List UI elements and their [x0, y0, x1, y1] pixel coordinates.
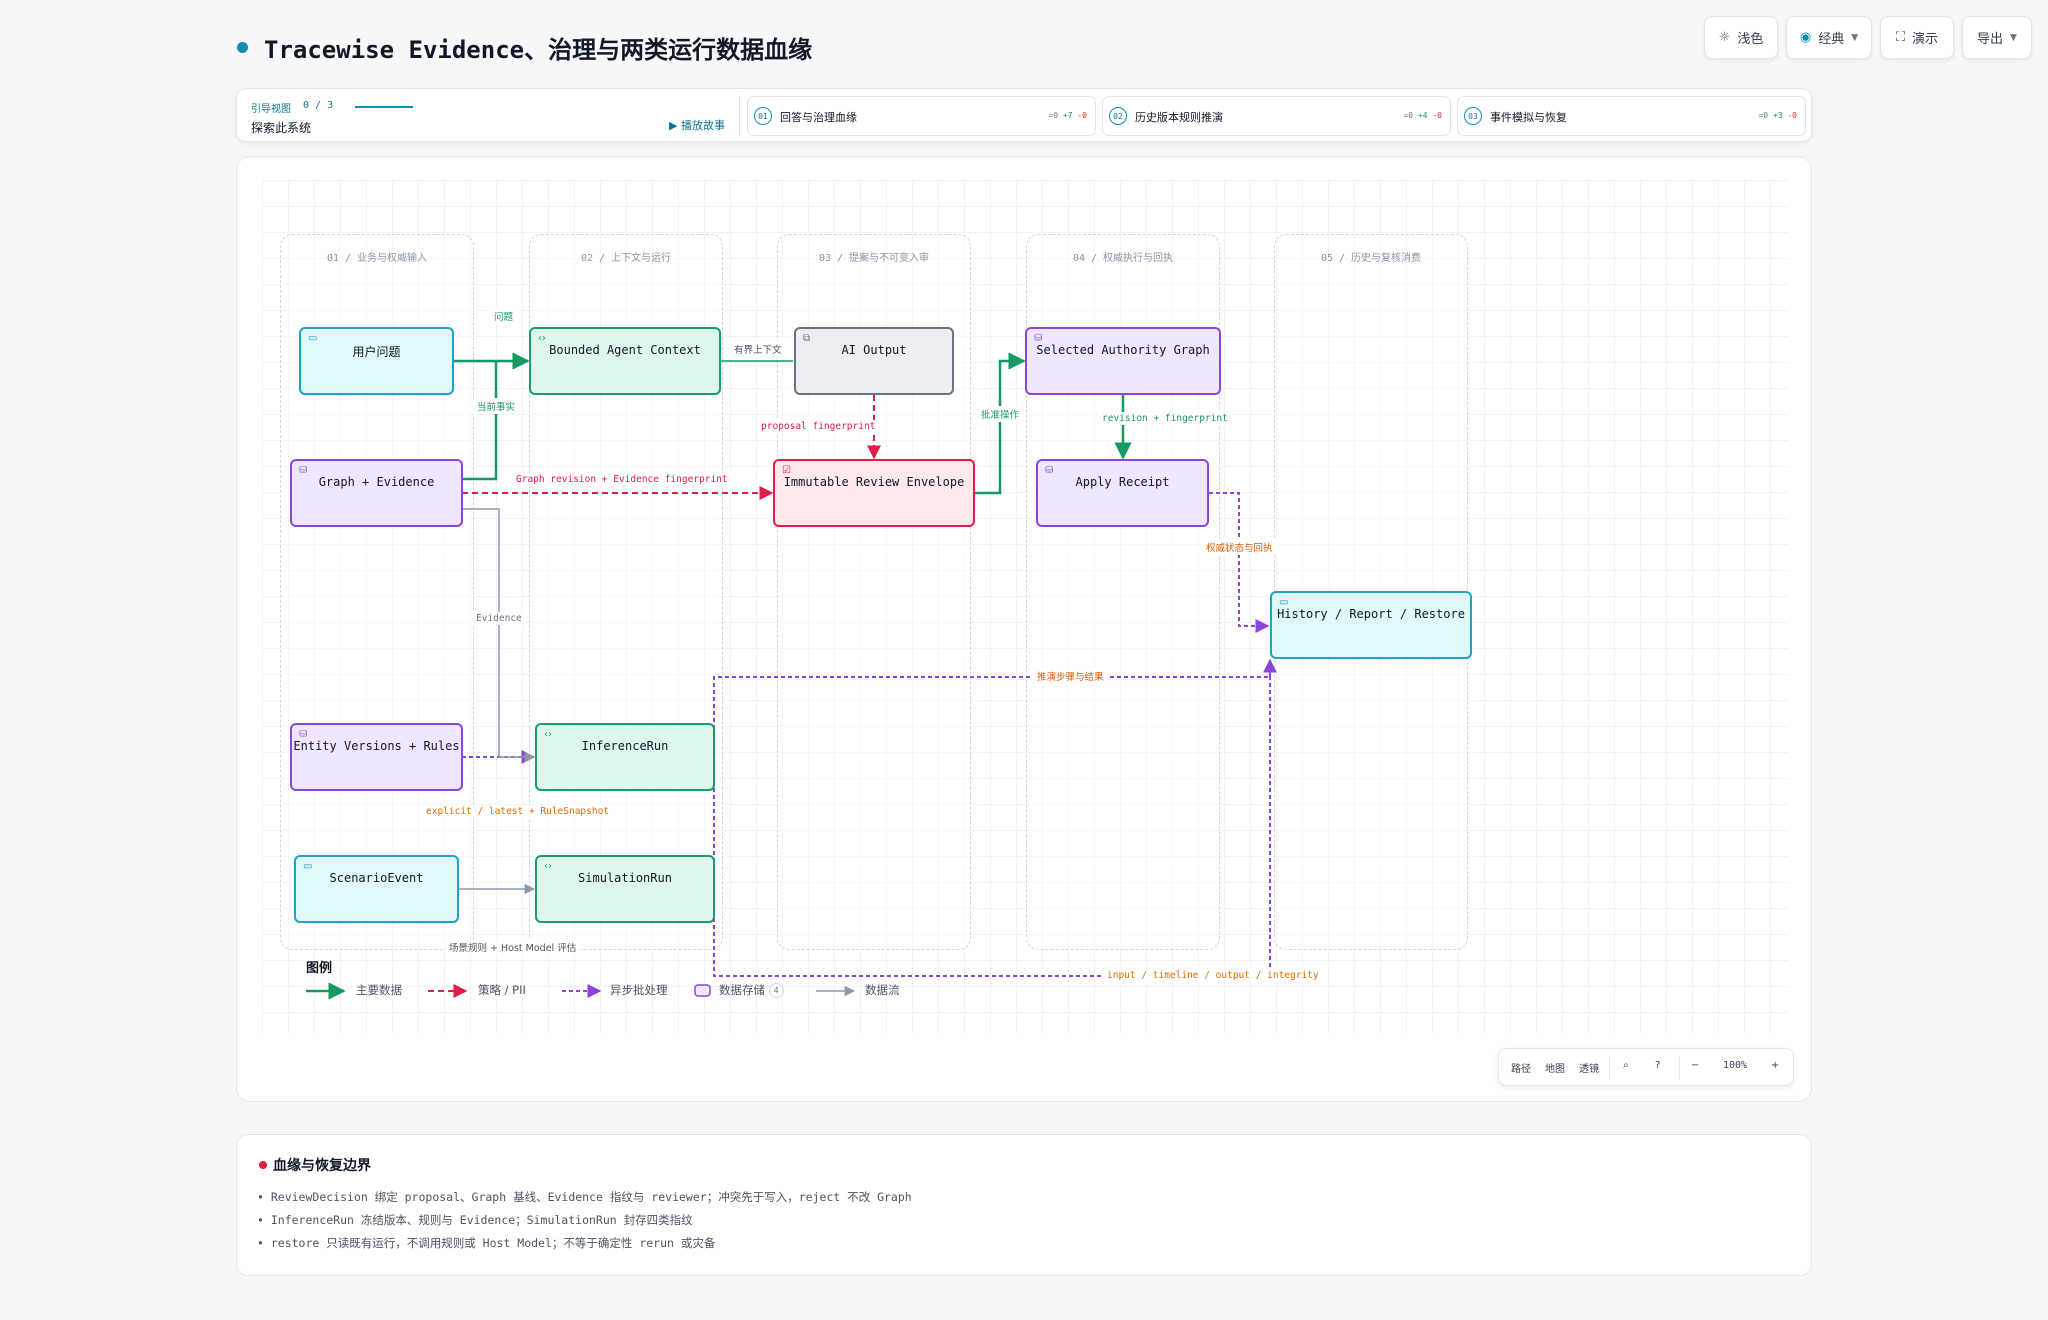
- list-item: • ReviewDecision 绑定 proposal、Graph 基线、Ev…: [257, 1190, 912, 1204]
- node-label: SimulationRun: [578, 871, 672, 885]
- node-label: AI Output: [841, 343, 907, 357]
- divider: [1609, 1057, 1610, 1079]
- edge-label-bounded-ctx: 有界上下文: [730, 341, 786, 357]
- legend-async: 异步批处理: [610, 983, 668, 997]
- node-ai-output[interactable]: ⧉ AI Output: [794, 327, 954, 395]
- legend-storage-count: 4: [768, 983, 784, 998]
- node-label: Bounded Agent Context: [549, 343, 701, 357]
- edge-label-proposal-fingerprint: proposal fingerprint: [757, 420, 880, 433]
- edge-label-question: 问题: [490, 308, 518, 324]
- list-item: • restore 只读既有运行，不调用规则或 Host Model；不等于确定…: [257, 1236, 716, 1250]
- edge-label-steps-result: 推演步骤与结果: [1033, 668, 1108, 684]
- node-review-envelope[interactable]: ☑ Immutable Review Envelope: [773, 459, 975, 527]
- node-label: History / Report / Restore: [1277, 607, 1465, 621]
- legend-title: 图例: [306, 961, 333, 976]
- edge-label-current-facts: 当前事实: [473, 398, 520, 414]
- node-inference-run[interactable]: ‹› InferenceRun: [535, 723, 715, 791]
- node-label: Immutable Review Envelope: [783, 475, 965, 489]
- node-graph-evidence[interactable]: ⛁ Graph + Evidence: [290, 459, 463, 527]
- node-user-question[interactable]: ▭ 用户问题: [299, 327, 454, 395]
- zoom-level: 100%: [1723, 1060, 1748, 1071]
- node-entity-versions[interactable]: ⛁ Entity Versions + Rules: [290, 723, 463, 791]
- node-label: InferenceRun: [581, 739, 669, 753]
- legend-policy: 策略 / PII: [478, 983, 526, 997]
- edge-evidence[interactable]: [462, 508, 536, 763]
- node-selected-graph[interactable]: ⛁ Selected Authority Graph: [1025, 327, 1221, 395]
- node-bounded-context[interactable]: ‹› Bounded Agent Context: [529, 327, 721, 395]
- zoom-in-button[interactable]: +: [1771, 1060, 1779, 1071]
- list-item: • InferenceRun 冻结版本、规则与 Evidence；Simulat…: [257, 1213, 693, 1227]
- edge-steps-result[interactable]: [713, 658, 1277, 876]
- legend-storage: 数据存储 4: [719, 982, 784, 998]
- edge-label-io-timeline: input / timeline / output / integrity: [1103, 969, 1323, 982]
- node-label: Apply Receipt: [1075, 475, 1170, 489]
- node-label: ScenarioEvent: [329, 871, 424, 885]
- node-label: Graph + Evidence: [318, 475, 435, 489]
- zoom-out-button[interactable]: −: [1691, 1060, 1699, 1071]
- edge-authority-state[interactable]: [1209, 492, 1270, 633]
- card-title: 血缘与恢复边界: [273, 1158, 371, 1174]
- edge-label-approve-op: 批准操作: [977, 406, 1024, 422]
- search-icon[interactable]: ⌕: [1623, 1060, 1629, 1071]
- edge-current-facts[interactable]: [462, 361, 498, 481]
- node-simulation-run[interactable]: ‹› SimulationRun: [535, 855, 715, 923]
- edge-label-revision-fingerprint: revision + fingerprint: [1098, 412, 1232, 425]
- node-label: 用户问题: [352, 345, 401, 359]
- edge-io-timeline[interactable]: [713, 662, 1271, 977]
- node-scenario-event[interactable]: ▭ ScenarioEvent: [294, 855, 459, 923]
- edge-label-evidence: Evidence: [472, 612, 526, 625]
- zoom-toolbar: 路径 地图 透镜 ⌕ ? − 100% +: [1498, 1048, 1794, 1086]
- divider: [1679, 1057, 1680, 1079]
- node-apply-receipt[interactable]: ⛁ Apply Receipt: [1036, 459, 1209, 527]
- edge-label-explicit-latest: explicit / latest + RuleSnapshot: [422, 805, 614, 818]
- legend-storage-swatch: [694, 984, 711, 997]
- node-label: Selected Authority Graph: [1036, 343, 1210, 357]
- edge-label-authority-state: 权威状态与回执: [1202, 539, 1277, 555]
- diagram-edges: [453, 352, 1277, 977]
- legend-flow: 数据流: [865, 983, 900, 997]
- path-button[interactable]: 路径: [1511, 1060, 1531, 1075]
- legend-main: 主要数据: [356, 983, 402, 997]
- edge-label-scenario-rules: 场景规则 + Host Model 评估: [445, 939, 581, 955]
- node-history-report[interactable]: ▭ History / Report / Restore: [1270, 591, 1472, 659]
- edge-label-graph-revision: Graph revision + Evidence fingerprint: [512, 473, 732, 486]
- lineage-boundary-card: 血缘与恢复边界 • ReviewDecision 绑定 proposal、Gra…: [236, 1134, 1812, 1276]
- card-dot: [259, 1161, 267, 1169]
- help-icon[interactable]: ?: [1655, 1060, 1660, 1071]
- edge-approve-op[interactable]: [975, 352, 1026, 495]
- lens-button[interactable]: 透镜: [1579, 1060, 1599, 1075]
- node-label: Entity Versions + Rules: [293, 739, 460, 753]
- map-button[interactable]: 地图: [1545, 1060, 1565, 1075]
